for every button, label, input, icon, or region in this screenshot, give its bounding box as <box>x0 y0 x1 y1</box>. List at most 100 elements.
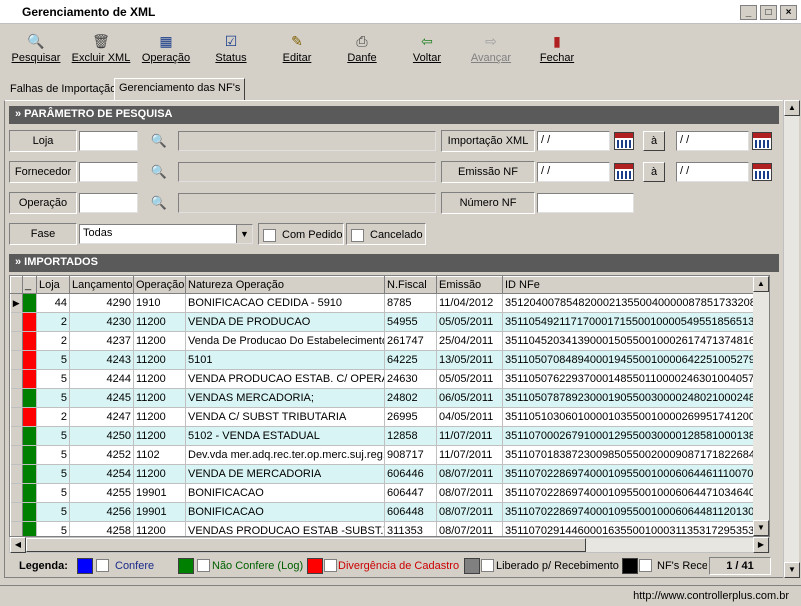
avancar-button[interactable]: ⇨ Avançar <box>460 32 522 64</box>
cell-emissao[interactable]: 25/04/2011 <box>436 331 503 351</box>
cell-operacao[interactable]: 11200 <box>133 426 186 446</box>
cell-emissao[interactable]: 08/07/2011 <box>436 502 503 522</box>
cell-idnfe[interactable]: 3511070228697400010955001000606447103464… <box>502 483 769 503</box>
status-button[interactable]: ☑ Status <box>200 32 262 64</box>
cell-loja[interactable]: 5 <box>36 426 70 446</box>
emissao-to-input[interactable]: / / <box>676 162 749 182</box>
cell-nfiscal[interactable]: 8785 <box>384 293 437 313</box>
emissao-to-calendar-icon[interactable] <box>752 163 772 181</box>
editar-button[interactable]: ✎ Editar <box>266 32 328 64</box>
row-status-swatch[interactable] <box>22 483 37 503</box>
cell-emissao[interactable]: 04/05/2011 <box>436 407 503 427</box>
cell-natureza[interactable]: VENDA DE PRODUCAO <box>185 312 385 332</box>
fechar-button[interactable]: ▮ Fechar <box>526 32 588 64</box>
cell-emissao[interactable]: 08/07/2011 <box>436 483 503 503</box>
cell-lancamento[interactable]: 4258 <box>69 521 134 536</box>
cell-natureza[interactable]: VENDAS MERCADORIA; <box>185 388 385 408</box>
legend-divergencia-checkbox[interactable] <box>324 559 337 572</box>
numero-nf-input[interactable] <box>537 193 634 213</box>
cell-emissao[interactable]: 06/05/2011 <box>436 388 503 408</box>
cell-idnfe[interactable]: 3511054921171700017155001000054955185651… <box>502 312 769 332</box>
cell-emissao[interactable]: 13/05/2011 <box>436 350 503 370</box>
grid-horizontal-scrollbar[interactable]: ◀ ▶ <box>9 537 770 553</box>
col-header-emissao[interactable]: Emissão <box>436 276 503 294</box>
cell-operacao[interactable]: 11200 <box>133 407 186 427</box>
row-selector[interactable] <box>10 521 23 536</box>
cell-nfiscal[interactable]: 606447 <box>384 483 437 503</box>
cell-emissao[interactable]: 11/07/2011 <box>436 426 503 446</box>
cell-loja[interactable]: 5 <box>36 369 70 389</box>
cell-natureza[interactable]: BONIFICACAO <box>185 502 385 522</box>
cell-loja[interactable]: 5 <box>36 502 70 522</box>
row-selector[interactable] <box>10 407 23 427</box>
col-header-operacao[interactable]: Operação <box>133 276 186 294</box>
col-header-lancamento[interactable]: Lançamento <box>69 276 134 294</box>
table-row[interactable]: 5 4254 11200 VENDA DE MERCADORIA 606446 08/07… <box>10 464 769 484</box>
cell-lancamento[interactable]: 4290 <box>69 293 134 313</box>
cell-natureza[interactable]: Venda De Producao Do Estabelecimento <box>185 331 385 351</box>
cell-lancamento[interactable]: 4252 <box>69 445 134 465</box>
row-status-swatch[interactable] <box>22 350 37 370</box>
cell-natureza[interactable]: 5101 <box>185 350 385 370</box>
importacao-to-calendar-icon[interactable] <box>752 132 772 150</box>
cell-natureza[interactable]: VENDAS PRODUCAO ESTAB -SUBST.T <box>185 521 385 536</box>
row-selector[interactable] <box>10 426 23 446</box>
cell-lancamento[interactable]: 4243 <box>69 350 134 370</box>
cell-natureza[interactable]: 5102 - VENDA ESTADUAL <box>185 426 385 446</box>
imported-grid[interactable]: _ Loja Lançamento Operação Natureza Oper… <box>9 275 770 537</box>
col-header-natureza[interactable]: Natureza Operação <box>185 276 385 294</box>
cell-natureza[interactable]: VENDA DE MERCADORIA <box>185 464 385 484</box>
cell-idnfe[interactable]: 3511051030601000010355001000026995174120… <box>502 407 769 427</box>
minimize-button[interactable]: _ <box>740 5 757 20</box>
chevron-down-icon[interactable]: ▼ <box>236 225 252 243</box>
col-header-loja[interactable]: Loja <box>36 276 70 294</box>
cell-idnfe[interactable]: 3511050787892300019055003000024802100024… <box>502 388 769 408</box>
operacao-button[interactable]: ▦ Operação <box>135 32 197 64</box>
scroll-right-icon[interactable]: ▶ <box>753 537 769 553</box>
cell-loja[interactable]: 2 <box>36 407 70 427</box>
cell-natureza[interactable]: VENDA PRODUCAO ESTAB. C/ OPERA <box>185 369 385 389</box>
cell-operacao[interactable]: 19901 <box>133 483 186 503</box>
row-selector[interactable] <box>10 483 23 503</box>
cell-loja[interactable]: 5 <box>36 464 70 484</box>
table-row[interactable]: 2 4230 11200 VENDA DE PRODUCAO 54955 05/05/20… <box>10 312 769 332</box>
row-status-swatch[interactable] <box>22 312 37 332</box>
cell-operacao[interactable]: 11200 <box>133 388 186 408</box>
row-status-swatch[interactable] <box>22 293 37 313</box>
importacao-from-input[interactable]: / / <box>537 131 610 151</box>
cell-idnfe[interactable]: 3511050762293700014855011000024630100405… <box>502 369 769 389</box>
loja-search-icon[interactable]: 🔍 <box>149 131 169 151</box>
cell-idnfe[interactable]: 3511070228697400010955001000606448112013… <box>502 502 769 522</box>
row-selector[interactable] <box>10 331 23 351</box>
danfe-button[interactable]: ⎙ Danfe <box>331 32 393 64</box>
cell-loja[interactable]: 44 <box>36 293 70 313</box>
cancelado-checkbox[interactable] <box>351 229 364 242</box>
grid-vertical-scrollbar[interactable]: ▲ ▼ <box>753 276 769 536</box>
cell-idnfe[interactable]: 3511050708489400019455001000064225100527… <box>502 350 769 370</box>
cell-emissao[interactable]: 05/05/2011 <box>436 312 503 332</box>
cell-nfiscal[interactable]: 24802 <box>384 388 437 408</box>
cell-loja[interactable]: 2 <box>36 331 70 351</box>
table-row[interactable]: ▶ 44 4290 1910 BONIFICACAO CEDIDA - 5910 8785… <box>10 293 769 313</box>
loja-input[interactable] <box>79 131 138 151</box>
table-row[interactable]: 5 4245 11200 VENDAS MERCADORIA; 24802 06/05/2… <box>10 388 769 408</box>
cell-operacao[interactable]: 11200 <box>133 331 186 351</box>
cell-operacao[interactable]: 11200 <box>133 464 186 484</box>
close-button[interactable]: × <box>780 5 797 20</box>
row-status-swatch[interactable] <box>22 407 37 427</box>
cell-nfiscal[interactable]: 26995 <box>384 407 437 427</box>
scroll-left-icon[interactable]: ◀ <box>10 537 26 553</box>
cell-emissao[interactable]: 11/07/2011 <box>436 445 503 465</box>
row-status-swatch[interactable] <box>22 369 37 389</box>
cell-nfiscal[interactable]: 908717 <box>384 445 437 465</box>
cell-operacao[interactable]: 11200 <box>133 521 186 536</box>
legend-nao-confere-checkbox[interactable] <box>197 559 210 572</box>
row-selector[interactable] <box>10 388 23 408</box>
cell-idnfe[interactable]: 3511070002679100012955003000012858100013… <box>502 426 769 446</box>
main-scroll-up-icon[interactable]: ▲ <box>784 100 800 116</box>
cell-loja[interactable]: 5 <box>36 388 70 408</box>
cell-lancamento[interactable]: 4230 <box>69 312 134 332</box>
cell-emissao[interactable]: 08/07/2011 <box>436 464 503 484</box>
scroll-down-icon[interactable]: ▼ <box>753 520 769 536</box>
cell-operacao[interactable]: 11200 <box>133 312 186 332</box>
